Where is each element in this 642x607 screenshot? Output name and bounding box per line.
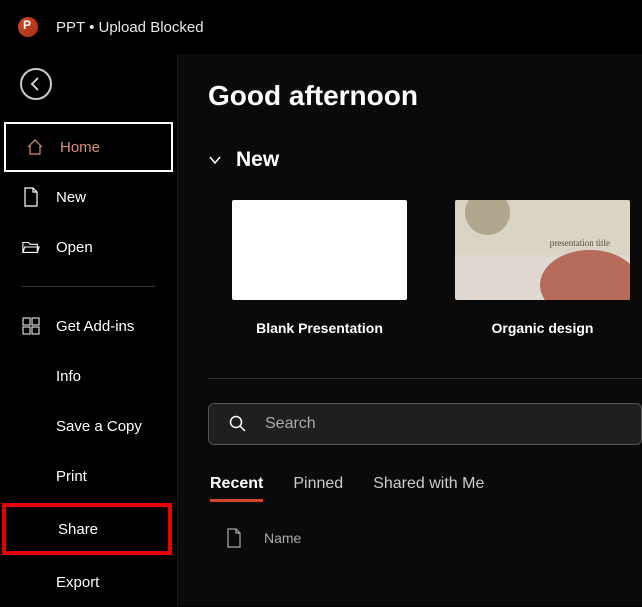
sidebar-item-print[interactable]: Print: [0, 451, 177, 501]
template-label: Blank Presentation: [256, 320, 383, 336]
search-input[interactable]: [265, 415, 621, 433]
name-column-header[interactable]: Name: [264, 530, 301, 546]
sidebar-label: Info: [56, 368, 81, 385]
tab-recent[interactable]: Recent: [210, 475, 263, 502]
folder-open-icon: [22, 238, 40, 256]
sidebar-label: Open: [56, 239, 93, 256]
new-section-title: New: [236, 148, 279, 172]
sidebar-label: New: [56, 189, 86, 206]
home-icon: [26, 138, 44, 156]
template-thumbnail-blank: [232, 200, 407, 300]
sidebar-label: Get Add-ins: [56, 318, 134, 335]
search-icon: [229, 415, 247, 433]
sidebar-item-open[interactable]: Open: [0, 222, 177, 272]
arrow-left-icon: [28, 76, 44, 92]
template-thumbnail-organic: presentation title: [455, 200, 630, 300]
sidebar-label: Save a Copy: [56, 418, 142, 435]
back-button[interactable]: [20, 68, 52, 100]
powerpoint-app-icon: [18, 17, 38, 37]
tab-shared[interactable]: Shared with Me: [373, 475, 484, 502]
tab-pinned[interactable]: Pinned: [293, 475, 343, 502]
backstage-main: Good afternoon New Blank Presentation pr…: [178, 54, 642, 606]
sidebar-item-new[interactable]: New: [0, 172, 177, 222]
template-subtitle: presentation title: [550, 238, 610, 248]
title-text: PPT • Upload Blocked: [56, 19, 204, 36]
sidebar-item-share[interactable]: Share: [2, 503, 172, 555]
greeting-heading: Good afternoon: [208, 80, 642, 112]
template-gallery: Blank Presentation presentation title Or…: [208, 200, 642, 336]
sidebar-label: Share: [58, 521, 98, 538]
sidebar-label: Home: [60, 139, 100, 156]
template-label: Organic design: [492, 320, 594, 336]
sidebar-label: Print: [56, 468, 87, 485]
sidebar-item-info[interactable]: Info: [0, 351, 177, 401]
sidebar-item-home[interactable]: Home: [4, 122, 173, 172]
addins-grid-icon: [22, 317, 40, 335]
document-icon: [226, 528, 242, 548]
sidebar-divider: [22, 286, 155, 287]
sidebar-label: Export: [56, 574, 99, 591]
new-section-header[interactable]: New: [208, 148, 642, 172]
sidebar-item-export[interactable]: Export: [0, 557, 177, 607]
sidebar-item-save-copy[interactable]: Save a Copy: [0, 401, 177, 451]
section-divider: [208, 378, 642, 379]
sidebar-item-addins[interactable]: Get Add-ins: [0, 301, 177, 351]
recent-tabs: Recent Pinned Shared with Me: [208, 475, 642, 502]
new-document-icon: [22, 188, 40, 206]
chevron-down-icon: [208, 153, 222, 167]
file-table-header: Name: [208, 528, 642, 548]
template-organic[interactable]: presentation title Organic design: [455, 200, 630, 336]
titlebar: PPT • Upload Blocked: [0, 0, 642, 54]
search-box[interactable]: [208, 403, 642, 445]
template-blank[interactable]: Blank Presentation: [232, 200, 407, 336]
backstage-sidebar: Home New Open Get Add-ins Info Save a Co…: [0, 54, 178, 606]
